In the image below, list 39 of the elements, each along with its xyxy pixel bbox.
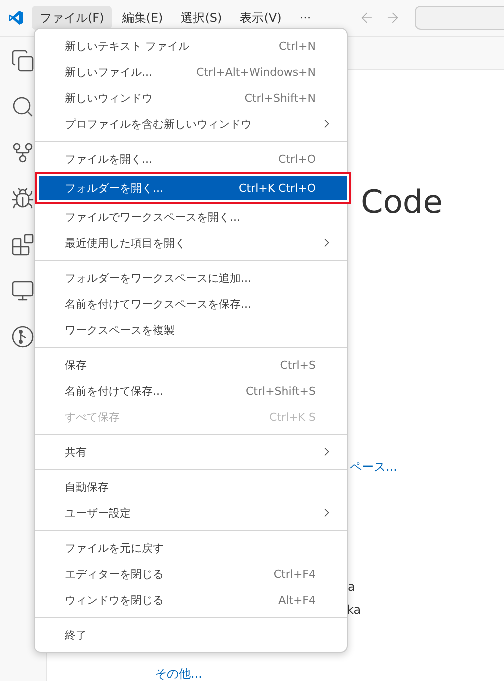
- menu-item[interactable]: 終了: [40, 622, 342, 648]
- search-field[interactable]: [415, 6, 504, 30]
- menu-item[interactable]: プロファイルを含む新しいウィンドウ: [40, 111, 342, 137]
- menu-item[interactable]: 名前を付けてワークスペースを保存...: [40, 291, 342, 317]
- recent-item-text: ka: [347, 603, 362, 617]
- menu-bar-item[interactable]: 編集(E): [114, 6, 172, 30]
- menu-item[interactable]: ファイルを開く... Ctrl+O: [40, 146, 342, 172]
- menu-bar-item[interactable]: 選択(S): [173, 6, 230, 30]
- menu-item[interactable]: ファイルでワークスペースを開く...: [40, 204, 342, 230]
- menu-item[interactable]: フォルダーをワークスペースに追加...: [40, 265, 342, 291]
- recent-item-text: a: [348, 580, 356, 594]
- search-icon[interactable]: [11, 95, 35, 119]
- code-logo-icon: [8, 10, 24, 26]
- menu-bar-item[interactable]: ファイル(F): [32, 6, 112, 30]
- welcome-title: Code: [361, 183, 443, 221]
- more-link[interactable]: その他...: [155, 666, 202, 681]
- menu-item[interactable]: 自動保存: [40, 474, 342, 500]
- menu-item[interactable]: 共有: [40, 439, 342, 465]
- menu-item[interactable]: 新しいテキスト ファイル Ctrl+N: [40, 33, 342, 59]
- menu-bar-item[interactable]: ···: [292, 6, 320, 30]
- bug-icon[interactable]: [11, 187, 35, 211]
- circle-branch-icon[interactable]: [11, 325, 35, 349]
- blocks-icon[interactable]: [11, 233, 35, 257]
- menu-item[interactable]: 保存 Ctrl+S: [40, 352, 342, 378]
- menu-item[interactable]: エディターを閉じる Ctrl+F4: [40, 561, 342, 587]
- menu-item[interactable]: 新しいファイル... Ctrl+Alt+Windows+N: [40, 59, 342, 85]
- menu-item[interactable]: ウィンドウを閉じる Alt+F4: [40, 587, 342, 613]
- menu-item[interactable]: ユーザー設定: [40, 500, 342, 526]
- menu-bar-item[interactable]: 表示(V): [232, 6, 290, 30]
- files-icon[interactable]: [11, 49, 35, 73]
- monitor-icon[interactable]: [11, 279, 35, 303]
- menu-item[interactable]: ワークスペースを複製: [40, 317, 342, 343]
- menu-item[interactable]: 最近使用した項目を開く: [40, 230, 342, 256]
- menu-item[interactable]: ファイルを元に戻す: [40, 535, 342, 561]
- menu-item[interactable]: フォルダーを開く... Ctrl+K Ctrl+O: [35, 172, 351, 204]
- workspace-link[interactable]: ペース...: [350, 459, 398, 476]
- menu-item[interactable]: 名前を付けて保存... Ctrl+Shift+S: [40, 378, 342, 404]
- menu-item[interactable]: 新しいウィンドウ Ctrl+Shift+N: [40, 85, 342, 111]
- branch-icon[interactable]: [11, 141, 35, 165]
